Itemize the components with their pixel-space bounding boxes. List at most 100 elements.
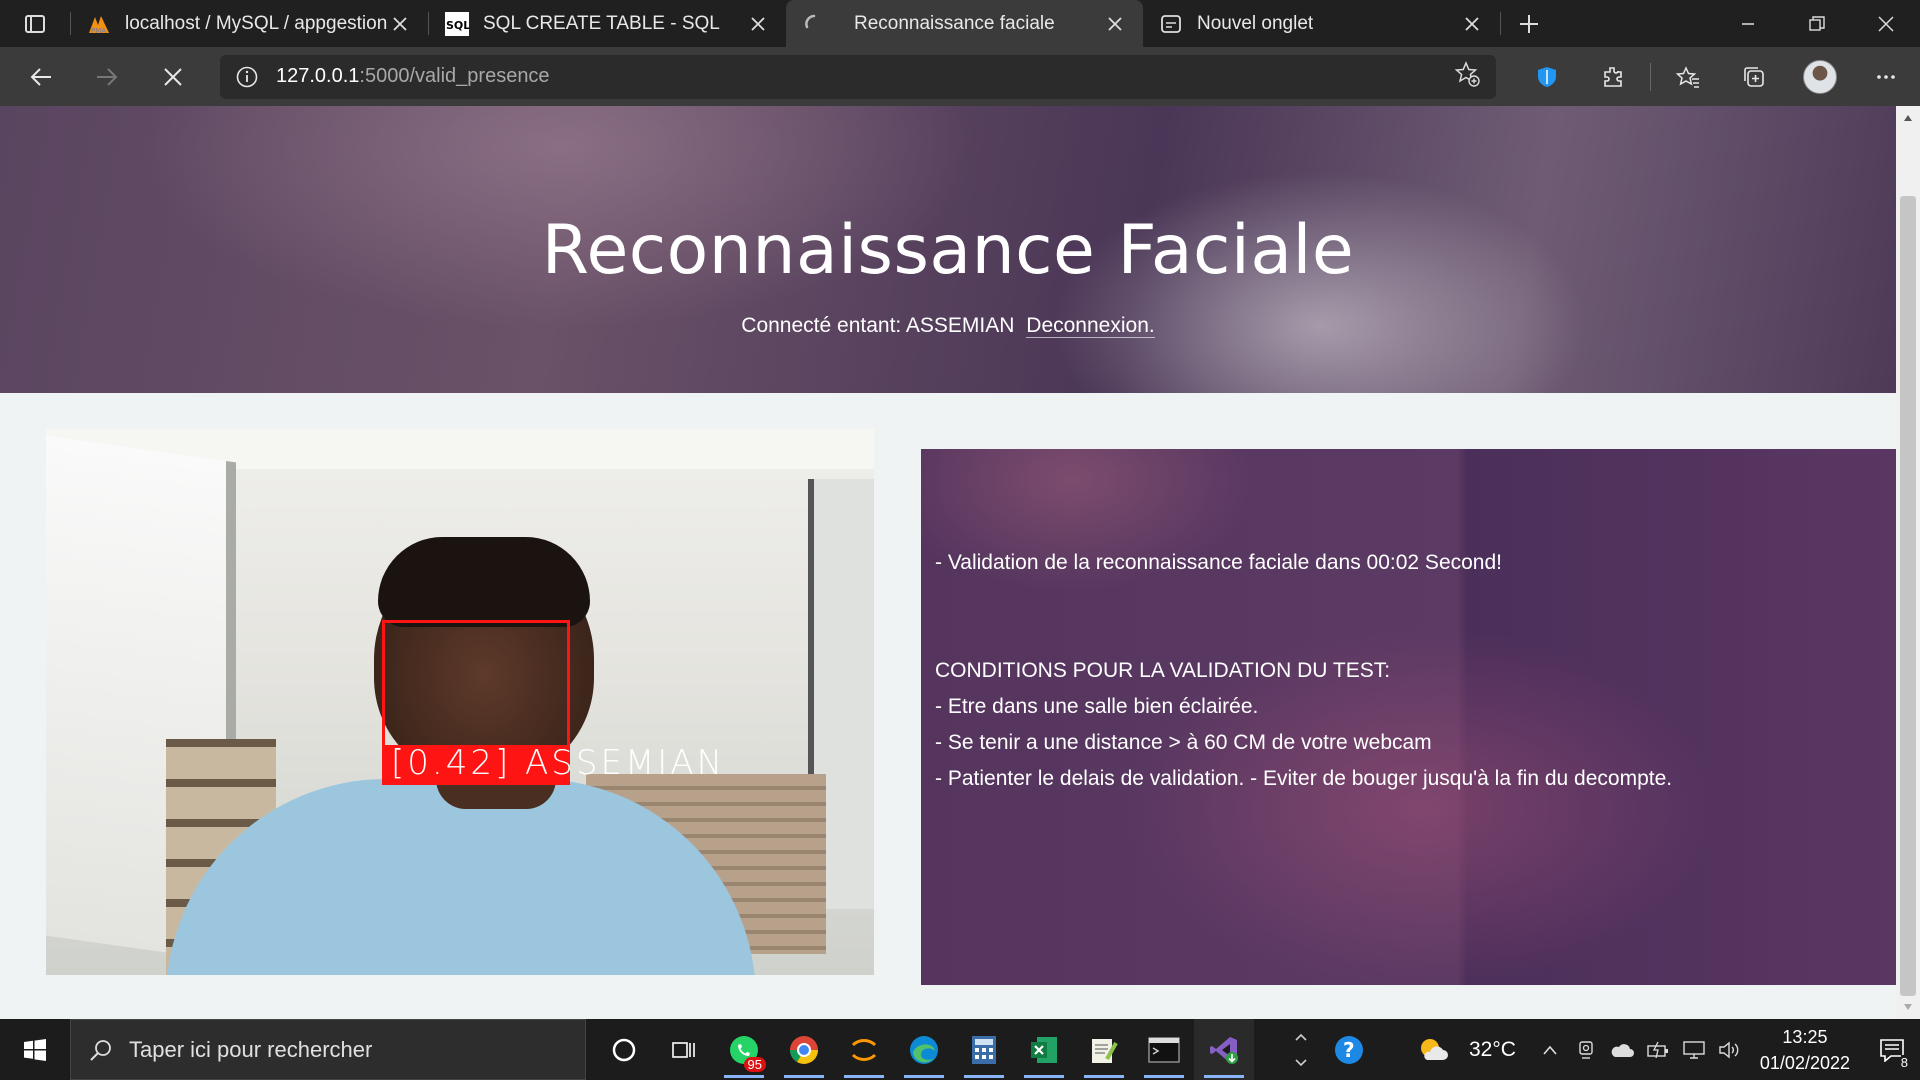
onedrive-button[interactable] [1604, 1019, 1640, 1080]
connected-user-line: Connecté entant: ASSEMIAN Deconnexion. [0, 314, 1896, 338]
favorites-button[interactable] [1655, 47, 1721, 106]
conditions-title: CONDITIONS POUR LA VALIDATION DU TEST: [935, 659, 1391, 682]
close-icon[interactable] [746, 12, 770, 36]
minimize-button[interactable] [1713, 0, 1782, 47]
excel-icon [1031, 1036, 1057, 1063]
cortana-button[interactable] [594, 1019, 654, 1080]
battery-button[interactable] [1640, 1019, 1676, 1080]
avatar [1803, 59, 1837, 94]
visual-studio-taskbar-app[interactable] [1194, 1019, 1254, 1080]
tab-actions-icon [25, 14, 45, 33]
profile-button[interactable] [1787, 47, 1853, 106]
close-icon[interactable] [1103, 12, 1127, 36]
help-app-button[interactable]: ? [1319, 1019, 1379, 1080]
back-button[interactable] [8, 47, 74, 106]
webcam-feed: [0.42] ASSEMIAN [46, 429, 874, 975]
chrome-icon [790, 1035, 818, 1064]
restore-button[interactable] [1782, 0, 1851, 47]
collections-button[interactable] [1721, 47, 1787, 106]
notepad-plus-icon [1092, 1038, 1118, 1063]
close-icon[interactable] [1460, 12, 1484, 36]
taskbar-search[interactable]: Taper ici pour rechercher [70, 1019, 586, 1080]
clock-time: 13:25 [1782, 1026, 1828, 1047]
forward-button[interactable] [74, 47, 140, 106]
url-path: :5000/valid_presence [359, 65, 550, 87]
battery-charging-icon [1647, 1041, 1668, 1058]
tab-reconnaissance-faciale[interactable]: Reconnaissance faciale [786, 0, 1143, 47]
taskbar-clock[interactable]: 13:25 01/02/2022 [1760, 1024, 1850, 1076]
edge-icon [910, 1035, 938, 1064]
scroll-up-arrow[interactable] [1896, 106, 1920, 130]
weather-temperature[interactable]: 32°C [1469, 1038, 1516, 1062]
scroll-down-arrow[interactable] [1896, 995, 1920, 1019]
weather-widget[interactable] [1403, 1019, 1463, 1080]
tab-sql-create-table[interactable]: SQL SQL CREATE TABLE - SQL [429, 0, 786, 47]
settings-more-button[interactable] [1853, 47, 1919, 106]
new-tab-button[interactable] [1501, 0, 1557, 47]
person-hair [378, 537, 590, 627]
close-icon [1877, 15, 1894, 32]
stop-loading-button[interactable] [140, 47, 206, 106]
whatsapp-taskbar-app[interactable]: 95 [714, 1019, 774, 1080]
condition-item: - Etre dans une salle bien éclairée. [935, 695, 1259, 718]
restore-icon [1808, 15, 1825, 31]
system-tray: ? 32°C 13:25 01/02/2022 8 [1283, 1019, 1920, 1080]
favorites-icon [1676, 65, 1699, 88]
loading-spinner-icon [802, 12, 826, 36]
more-horizontal-icon [1877, 74, 1895, 79]
condition-item: - Patienter le delais de validation. - E… [935, 767, 1673, 790]
close-icon[interactable] [388, 12, 412, 36]
notepad-plus-taskbar-app[interactable] [1074, 1019, 1134, 1080]
svg-text:PMA: PMA [91, 27, 106, 35]
extension-button[interactable] [1514, 47, 1580, 106]
windows-taskbar: Taper ici pour rechercher 95 ? 32°C 13:2… [0, 1019, 1920, 1080]
show-hidden-icons-button[interactable] [1532, 1019, 1568, 1080]
excel-taskbar-app[interactable] [1014, 1019, 1074, 1080]
condition-item: - Se tenir a une distance > à 60 CM de v… [935, 731, 1432, 754]
tab-title: localhost / MySQL / appgestionr [125, 12, 388, 34]
meet-now-button[interactable] [1568, 1019, 1604, 1080]
extensions-button[interactable] [1580, 47, 1646, 106]
edge-taskbar-app[interactable] [894, 1019, 954, 1080]
minimize-icon [1741, 22, 1754, 25]
calculator-taskbar-app[interactable] [954, 1019, 1014, 1080]
network-button[interactable] [1676, 1019, 1712, 1080]
start-button[interactable] [0, 1019, 70, 1080]
tray-scroll-button[interactable] [1283, 1019, 1319, 1080]
volume-button[interactable] [1712, 1019, 1748, 1080]
speaker-icon [1719, 1041, 1739, 1058]
search-placeholder: Taper ici pour rechercher [129, 1036, 373, 1062]
address-bar[interactable]: 127.0.0.1:5000/valid_presence [220, 54, 1496, 99]
arrow-right-icon [97, 67, 118, 86]
new-tab-page-icon [1159, 12, 1183, 36]
browser-toolbar: 127.0.0.1:5000/valid_presence [0, 47, 1920, 106]
chevron-up-icon [1543, 1045, 1557, 1055]
tab-nouvel-onglet[interactable]: Nouvel onglet [1143, 0, 1500, 47]
partly-sunny-icon [1420, 1038, 1448, 1060]
url-text: 127.0.0.1:5000/valid_presence [276, 65, 550, 88]
page-scrollbar[interactable] [1896, 106, 1920, 1019]
validation-countdown: - Validation de la reconnaissance facial… [935, 551, 1502, 574]
toolbar-icons [1514, 47, 1919, 106]
tab-actions-button[interactable] [0, 0, 70, 47]
svg-text:?: ? [1343, 1038, 1355, 1062]
task-view-button[interactable] [654, 1019, 714, 1080]
tab-phpmyadmin[interactable]: PMA localhost / MySQL / appgestionr [71, 0, 428, 47]
chrome-taskbar-app[interactable] [774, 1019, 834, 1080]
sql-icon: SQL [445, 11, 469, 36]
browser-tabstrip: PMA localhost / MySQL / appgestionr SQL … [0, 0, 1920, 47]
sublime-taskbar-app[interactable] [834, 1019, 894, 1080]
svg-text:SQL: SQL [446, 19, 469, 32]
visual-studio-icon [1210, 1036, 1238, 1064]
close-window-button[interactable] [1851, 0, 1920, 47]
task-view-icon [672, 1041, 695, 1058]
logout-link[interactable]: Deconnexion. [1026, 314, 1155, 338]
action-center-button[interactable]: 8 [1864, 1019, 1920, 1080]
cortana-circle-icon [612, 1038, 636, 1061]
toolbar-separator [1650, 62, 1651, 91]
plus-icon [1520, 14, 1538, 33]
clock-date: 01/02/2022 [1759, 1052, 1850, 1073]
add-favorite-button[interactable] [1454, 61, 1480, 92]
scrollbar-thumb[interactable] [1900, 196, 1916, 996]
terminal-taskbar-app[interactable] [1134, 1019, 1194, 1080]
